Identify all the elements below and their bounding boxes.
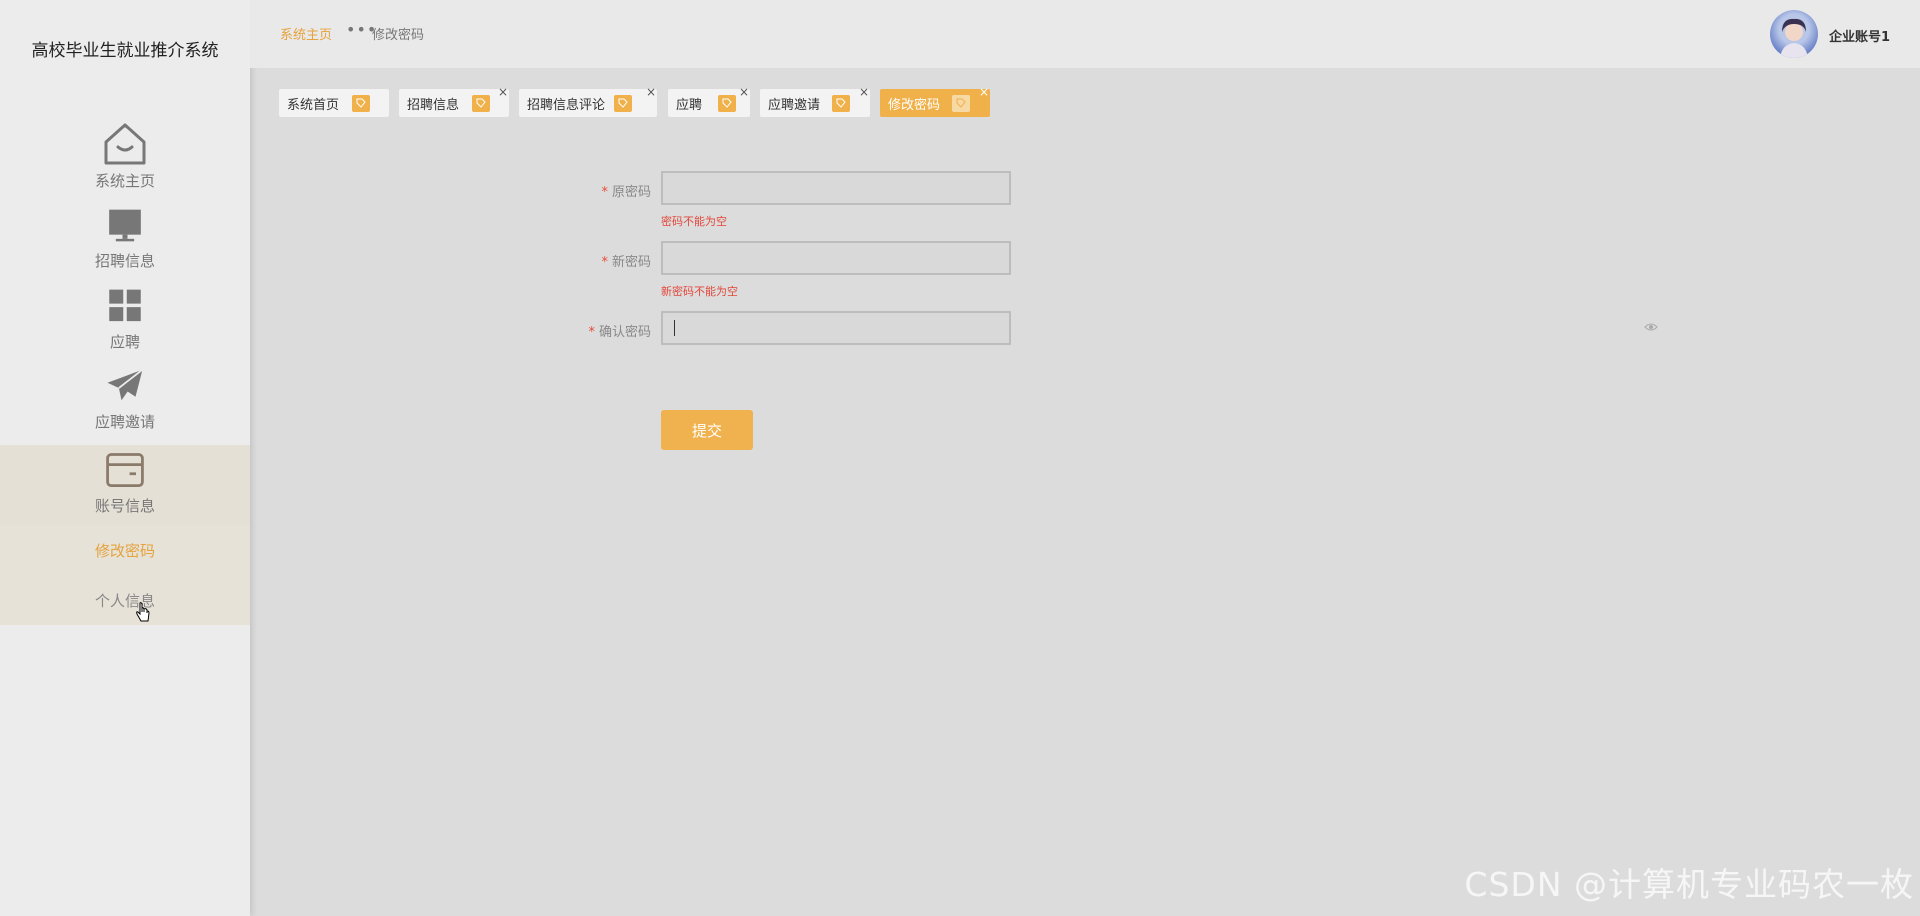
- tab-invitations[interactable]: 应聘邀请 ×: [760, 85, 870, 117]
- tab-job-comments[interactable]: 招聘信息评论 ×: [519, 85, 657, 117]
- sidebar-item-label: 招聘信息: [94, 252, 155, 270]
- confirm-password-input[interactable]: [661, 311, 1011, 345]
- new-password-input[interactable]: [661, 241, 1011, 275]
- sidebar-item-label: 账号信息: [94, 497, 155, 515]
- breadcrumb-home[interactable]: 系统主页: [280, 24, 332, 43]
- old-password-error: 密码不能为空: [661, 215, 727, 228]
- sidebar-item-label: 系统主页: [94, 172, 155, 190]
- close-icon[interactable]: ×: [979, 85, 989, 99]
- avatar[interactable]: [1770, 10, 1818, 58]
- monitor-icon: [109, 209, 141, 242]
- watermark: CSDN @计算机专业码农一枚: [1464, 865, 1914, 904]
- sidebar: 高校毕业生就业推介系统 系统主页 招聘信息 应聘 应聘邀请 账号信息 修改密码 …: [0, 0, 250, 916]
- account-name[interactable]: 企业账号1: [1829, 26, 1890, 45]
- tab-jobs[interactable]: 招聘信息 ×: [399, 85, 509, 117]
- text-caret: [674, 320, 675, 336]
- new-password-error: 新密码不能为空: [661, 285, 738, 298]
- tab-system-home[interactable]: 系统首页: [279, 89, 389, 117]
- tab-label: 应聘: [676, 97, 703, 113]
- sidebar-subitem-personal-info[interactable]: 个人信息: [0, 590, 250, 611]
- hand-cursor-icon: [136, 602, 150, 622]
- tag-icon: [952, 95, 970, 112]
- tab-label: 系统首页: [287, 97, 340, 113]
- old-password-input[interactable]: [661, 171, 1011, 205]
- grid-icon: [109, 289, 141, 322]
- required-mark: *: [601, 255, 608, 270]
- confirm-password-label: * 确认密码: [531, 321, 651, 340]
- tab-label: 招聘信息: [407, 97, 460, 113]
- paper-plane-icon: [107, 368, 144, 401]
- app-title: 高校毕业生就业推介系统: [31, 41, 219, 61]
- tab-label: 修改密码: [888, 97, 941, 113]
- tag-icon: [614, 95, 632, 112]
- sidebar-item-jobs[interactable]: 招聘信息: [0, 208, 250, 271]
- required-mark: *: [588, 325, 595, 340]
- card-icon: [106, 453, 144, 488]
- old-password-label-text: 原密码: [611, 185, 651, 200]
- sidebar-item-apply[interactable]: 应聘: [0, 287, 250, 352]
- tab-apply[interactable]: 应聘 ×: [668, 85, 750, 117]
- sidebar-subitem-change-password[interactable]: 修改密码: [0, 540, 250, 561]
- confirm-password-label-text: 确认密码: [598, 325, 651, 340]
- tag-icon: [718, 95, 736, 112]
- tag-icon: [832, 95, 850, 112]
- old-password-label: * 原密码: [531, 181, 651, 200]
- home-icon: [104, 123, 146, 165]
- close-icon[interactable]: ×: [498, 85, 508, 99]
- submit-button[interactable]: 提交: [661, 410, 753, 450]
- avatar-image: [1780, 18, 1808, 58]
- tab-label: 应聘邀请: [768, 97, 821, 113]
- sidebar-item-label: 应聘: [109, 333, 140, 351]
- close-icon[interactable]: ×: [859, 85, 869, 99]
- breadcrumb-current: 修改密码: [372, 28, 425, 43]
- required-mark: *: [601, 185, 608, 200]
- header: 系统主页 ••• 修改密码 企业账号1: [250, 0, 1920, 68]
- sidebar-item-account[interactable]: 账号信息: [0, 445, 250, 529]
- new-password-label: * 新密码: [531, 251, 651, 270]
- sidebar-item-invitations[interactable]: 应聘邀请: [0, 367, 250, 432]
- tag-icon: [352, 95, 370, 112]
- tag-icon: [472, 95, 490, 112]
- close-icon[interactable]: ×: [646, 85, 656, 99]
- eye-icon[interactable]: [1644, 322, 1658, 332]
- close-icon[interactable]: ×: [739, 85, 749, 99]
- tab-label: 招聘信息评论: [527, 97, 606, 113]
- sidebar-item-home[interactable]: 系统主页: [0, 120, 250, 191]
- new-password-label-text: 新密码: [611, 255, 651, 270]
- sidebar-item-label: 应聘邀请: [94, 413, 155, 431]
- tab-change-password[interactable]: 修改密码 ×: [880, 85, 990, 117]
